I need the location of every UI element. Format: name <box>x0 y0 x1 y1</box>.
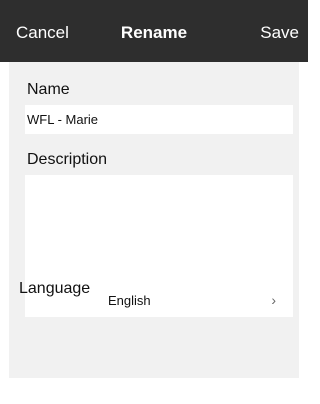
description-label: Description <box>27 151 108 168</box>
language-value: English <box>108 293 151 308</box>
rename-screen: Cancel Rename Save Name Description Lang… <box>0 0 308 404</box>
form-panel: Name Description <box>9 62 299 378</box>
name-field[interactable] <box>25 105 293 134</box>
chevron-right-icon: › <box>271 292 276 308</box>
name-label: Name <box>27 81 70 98</box>
save-button[interactable]: Save <box>260 0 299 62</box>
navigation-bar: Cancel Rename Save <box>0 0 308 62</box>
language-label: Language <box>19 280 91 297</box>
language-select[interactable]: English › <box>107 286 283 316</box>
